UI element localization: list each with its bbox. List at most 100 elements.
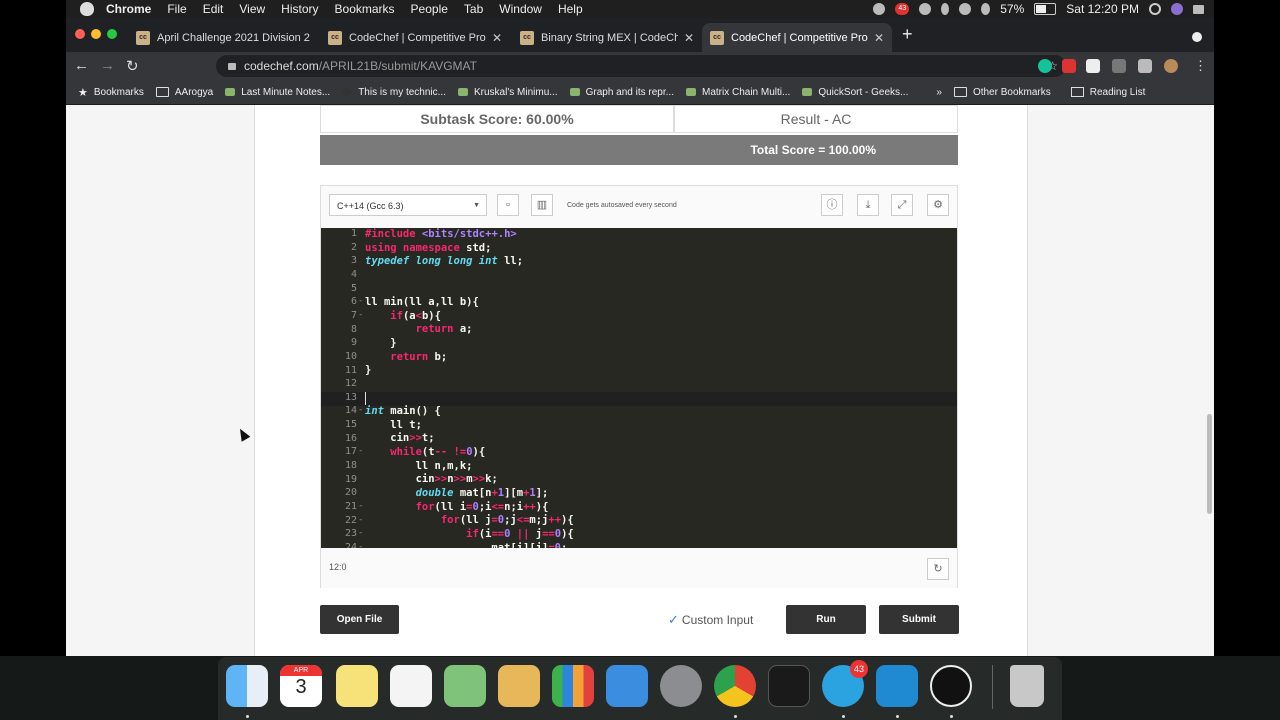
fold-toggle-icon[interactable]: - <box>358 515 363 525</box>
extension-icon[interactable] <box>1086 59 1100 73</box>
extension-grid-icon[interactable] <box>1112 59 1126 73</box>
info-icon[interactable]: ⓘ <box>821 194 843 216</box>
siri-icon[interactable] <box>1171 3 1183 15</box>
keynote-icon[interactable] <box>606 665 648 707</box>
menu-app-name[interactable]: Chrome <box>106 2 151 16</box>
download-icon[interactable]: ⤓ <box>857 194 879 216</box>
codechef-favicon-icon: cc <box>520 30 534 45</box>
bookmark-label: AArogya <box>174 86 214 98</box>
bookmarks-overflow-button[interactable]: » <box>936 87 942 98</box>
chrome-icon[interactable] <box>714 665 756 707</box>
vscode-icon[interactable] <box>876 665 918 707</box>
notification-badge[interactable]: 43 <box>895 3 910 15</box>
notes-icon[interactable] <box>336 665 378 707</box>
close-tab-icon[interactable]: ✕ <box>874 31 884 45</box>
bookmark-bookmarks[interactable]: ★ Bookmarks <box>78 86 144 99</box>
fold-toggle-icon[interactable]: - <box>358 296 363 306</box>
bookmark-other-bookmarks[interactable]: Other Bookmarks <box>953 87 1051 98</box>
menu-file[interactable]: File <box>167 2 186 16</box>
menu-history[interactable]: History <box>281 2 318 16</box>
tab-codechef-1[interactable]: cc CodeChef | Competitive Progr ✕ <box>320 23 510 52</box>
tab-codechef-active[interactable]: cc CodeChef | Competitive Progr ✕ <box>702 23 892 52</box>
bookmark-label: QuickSort - Geeks... <box>818 86 909 98</box>
line-number: 4 <box>350 269 357 280</box>
new-tab-button[interactable]: + <box>902 24 913 45</box>
fullscreen-icon[interactable]: ⤢ <box>891 194 913 216</box>
pages-icon[interactable] <box>498 665 540 707</box>
line-number: 3 <box>350 255 357 266</box>
running-indicator <box>842 715 845 718</box>
maps-icon[interactable] <box>444 665 486 707</box>
volume-icon[interactable] <box>981 3 991 15</box>
reload-icon[interactable]: ↻ <box>126 57 139 75</box>
fold-toggle-icon[interactable]: - <box>358 310 363 320</box>
extensions-puzzle-icon[interactable] <box>1138 59 1152 73</box>
battery-icon[interactable] <box>1034 3 1057 15</box>
save-icon[interactable]: ▫ <box>497 194 519 216</box>
language-select-value: C++14 (Gcc 6.3) <box>337 201 404 211</box>
menu-edit[interactable]: Edit <box>203 2 224 16</box>
telegram-icon[interactable]: 43 <box>822 660 868 707</box>
menu-clock[interactable]: Sat 12:20 PM <box>1066 2 1139 16</box>
numbers-icon[interactable] <box>552 665 594 707</box>
close-window-icon[interactable] <box>75 29 85 39</box>
menu-view[interactable]: View <box>239 2 265 16</box>
grammarly-extension-icon[interactable] <box>1038 59 1052 73</box>
spotlight-search-icon[interactable] <box>1149 3 1161 15</box>
bluetooth-icon[interactable] <box>941 3 950 15</box>
bookmark-kruskal[interactable]: Kruskal's Minimu... <box>458 87 558 98</box>
submit-button[interactable]: Submit <box>879 605 959 634</box>
menu-help[interactable]: Help <box>558 2 583 16</box>
chrome-menu-icon[interactable]: ⋮ <box>1194 58 1207 74</box>
status-app-icon[interactable] <box>873 3 886 15</box>
notification-center-icon[interactable] <box>1193 4 1204 14</box>
close-tab-icon[interactable]: ✕ <box>684 31 694 45</box>
fold-toggle-icon[interactable]: - <box>358 446 363 456</box>
bookmark-last-minute-notes[interactable]: Last Minute Notes... <box>225 87 330 98</box>
zoom-window-icon[interactable] <box>107 29 117 39</box>
bookmark-graph[interactable]: Graph and its repr... <box>569 86 674 98</box>
run-button[interactable]: Run <box>786 605 866 634</box>
system-preferences-icon[interactable] <box>660 665 702 707</box>
apple-icon[interactable] <box>80 2 94 16</box>
fold-toggle-icon[interactable]: - <box>358 528 363 538</box>
activity-monitor-icon[interactable] <box>768 665 810 707</box>
bookmark-matrix-chain[interactable]: Matrix Chain Multi... <box>685 87 790 98</box>
menu-people[interactable]: People <box>411 2 448 16</box>
fold-toggle-icon[interactable]: - <box>358 405 363 415</box>
obs-icon[interactable] <box>930 665 972 707</box>
video-extension-icon[interactable] <box>1062 59 1076 73</box>
refresh-icon[interactable]: ↻ <box>927 558 949 580</box>
reading-list-button[interactable]: Reading List <box>1070 87 1145 98</box>
tab-binary-string-mex[interactable]: cc Binary String MEX | CodeChef ✕ <box>512 23 702 52</box>
close-tab-icon[interactable]: ✕ <box>492 31 502 45</box>
bookmark-quicksort[interactable]: QuickSort - Geeks... <box>802 87 908 98</box>
trash-icon[interactable]: ▥ <box>531 194 553 216</box>
wifi-icon[interactable] <box>959 3 972 15</box>
bookmark-label: Graph and its repr... <box>585 86 674 98</box>
back-arrow-icon[interactable]: ← <box>74 57 89 74</box>
profile-avatar[interactable] <box>1164 59 1178 73</box>
menu-tab[interactable]: Tab <box>464 2 483 16</box>
minimize-window-icon[interactable] <box>91 29 101 39</box>
tab-search-icon[interactable] <box>1192 32 1202 42</box>
calendar-icon[interactable]: APR 3 <box>280 665 322 707</box>
settings-gear-icon[interactable]: ⚙ <box>927 194 949 216</box>
bookmark-technical[interactable]: This is my technic... <box>342 87 446 98</box>
language-select[interactable]: C++14 (Gcc 6.3) ▼ <box>329 194 487 216</box>
menu-window[interactable]: Window <box>499 2 542 16</box>
time-machine-icon[interactable] <box>919 3 932 15</box>
page-scrollbar-thumb[interactable] <box>1207 414 1212 514</box>
code-area[interactable]: 1 2 3 4 5 6-7-8 9 10 11 12 13 14-15 16 17-18 19 20 21-22… <box>321 228 957 548</box>
bookmark-aarogya[interactable]: AArogya <box>155 86 214 98</box>
trash-icon[interactable] <box>1010 665 1044 707</box>
fold-toggle-icon[interactable]: - <box>358 501 363 511</box>
open-file-button[interactable]: Open File <box>320 605 399 634</box>
forward-arrow-icon[interactable]: → <box>100 57 115 74</box>
reminders-icon[interactable] <box>390 665 432 707</box>
custom-input-checkbox[interactable]: ✓ Custom Input <box>668 612 753 628</box>
finder-icon[interactable] <box>226 665 268 707</box>
address-bar[interactable]: codechef.com/APRIL21B/submit/KAVGMAT ☆ <box>216 55 1066 77</box>
tab-april-challenge[interactable]: cc April Challenge 2021 Division 2 <box>128 23 318 52</box>
menu-bookmarks[interactable]: Bookmarks <box>335 2 395 16</box>
